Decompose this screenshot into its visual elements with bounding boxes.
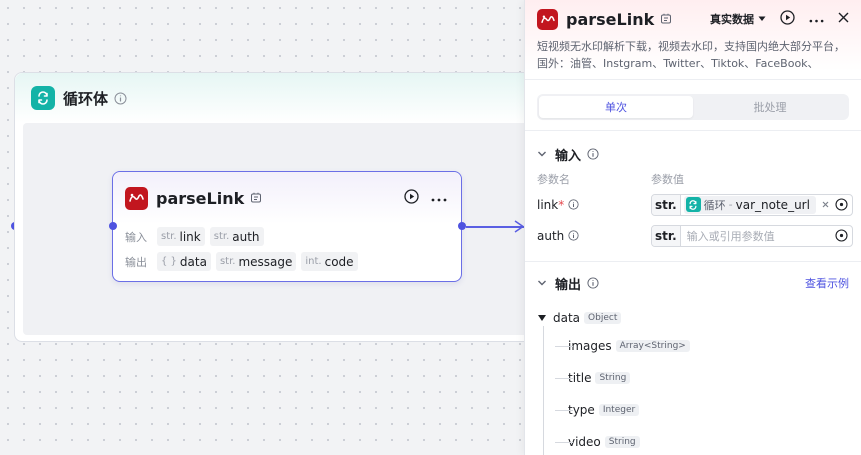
param-info-icon <box>568 199 579 210</box>
plugin-logo-icon <box>125 186 148 210</box>
output-section-title: 输出 <box>555 277 582 293</box>
output-tree-item: title String <box>537 362 861 394</box>
col-param-value: 参数值 <box>651 173 684 186</box>
param-type-link: str. <box>652 194 681 215</box>
variable-reference-chip[interactable]: 循环 - var_note_url <box>683 195 816 214</box>
plugin-node-parselink[interactable]: parseLink 输入 str. link str. auth 输出 { } dat… <box>112 171 462 282</box>
node-detail-panel: parseLink 真实数据 短视频无水印解析下载，视频去水印，支持国内绝大部分… <box>524 0 861 455</box>
node-more-icon[interactable] <box>431 191 447 205</box>
dataset-dropdown[interactable]: 真实数据 <box>710 11 766 27</box>
input-section-header[interactable]: 输入 <box>525 139 861 169</box>
info-icon[interactable] <box>114 92 127 105</box>
variable-picker-icon <box>835 229 848 242</box>
node-output-tag-code: int. code <box>301 252 358 271</box>
col-param-name: 参数名 <box>537 173 570 186</box>
param-type-auth: str. <box>652 225 681 246</box>
output-tree-item: type Integer <box>537 394 861 426</box>
input-info-icon[interactable] <box>587 148 599 160</box>
param-info-icon <box>568 230 579 241</box>
tab-single[interactable]: 单次 <box>539 96 693 118</box>
node-output-port[interactable] <box>458 222 466 230</box>
chevron-down-icon <box>538 280 546 286</box>
param-input-auth[interactable]: str. 输入或引用参数值 <box>651 224 853 247</box>
node-inputs-row: 输入 str. link str. auth <box>113 224 461 249</box>
loop-ref-icon <box>685 197 701 212</box>
panel-plugin-badge-icon <box>660 13 672 25</box>
param-name-link: link * <box>537 198 651 212</box>
outgoing-edge-arrow <box>514 220 524 233</box>
output-tree-item: video String <box>537 426 861 455</box>
param-row-link: link * str. 循环 - var_note_url <box>525 189 861 220</box>
node-title: parseLink <box>156 188 245 208</box>
node-output-tag-data: { } data <box>157 252 211 271</box>
panel-more-icon[interactable] <box>809 12 824 26</box>
variable-picker-icon <box>835 198 848 211</box>
node-output-label: 输出 <box>125 255 147 269</box>
plugin-description: 短视频无水印解析下载，视频去水印，支持国内绝大部分平台，国外：油管、Instgr… <box>537 40 845 70</box>
param-name-auth: auth <box>537 229 651 243</box>
tab-batch[interactable]: 批处理 <box>693 96 847 118</box>
output-tree-item: images Array<String> <box>537 330 861 362</box>
output-tree-root[interactable]: data Object <box>537 306 861 330</box>
loop-title: 循环体 <box>63 89 109 108</box>
output-info-icon[interactable] <box>587 277 599 289</box>
param-row-auth: auth str. 输入或引用参数值 <box>525 220 861 251</box>
panel-run-icon[interactable] <box>780 10 795 28</box>
param-input-link[interactable]: str. 循环 - var_note_url <box>651 193 853 216</box>
node-input-label: 输入 <box>125 230 147 244</box>
panel-plugin-logo-icon <box>537 8 558 30</box>
loop-header[interactable]: 循环体 <box>15 73 553 123</box>
node-header[interactable]: parseLink <box>113 172 461 224</box>
output-section-header[interactable]: 输出 查看示例 <box>525 268 861 298</box>
close-icon[interactable] <box>838 12 849 26</box>
node-output-tag-message: str. message <box>215 252 297 271</box>
param-placeholder-auth: 输入或引用参数值 <box>686 229 775 243</box>
node-run-icon[interactable] <box>404 189 419 207</box>
panel-header: parseLink 真实数据 短视频无水印解析下载，视频去水印，支持国内绝大部分… <box>525 0 861 80</box>
run-mode-tabs: 单次 批处理 <box>537 94 849 120</box>
node-outputs-row: 输出 { } data str. message int. code <box>113 249 461 274</box>
plugin-badge-icon <box>250 192 262 204</box>
clear-icon <box>822 201 829 208</box>
panel-title: parseLink <box>566 9 655 29</box>
output-tree: data Object images Array<String> title S… <box>525 306 861 455</box>
param-column-headers: 参数名 参数值 <box>525 169 861 189</box>
loop-icon <box>31 86 55 110</box>
node-input-port[interactable] <box>109 222 117 230</box>
view-example-link[interactable]: 查看示例 <box>805 275 849 291</box>
caret-down-icon <box>758 16 766 21</box>
chevron-down-icon <box>538 151 546 157</box>
node-input-tag-auth: str. auth <box>209 227 264 246</box>
input-section-title: 输入 <box>555 148 582 164</box>
caret-down-icon <box>538 315 546 321</box>
node-input-tag-link: str. link <box>157 227 205 246</box>
